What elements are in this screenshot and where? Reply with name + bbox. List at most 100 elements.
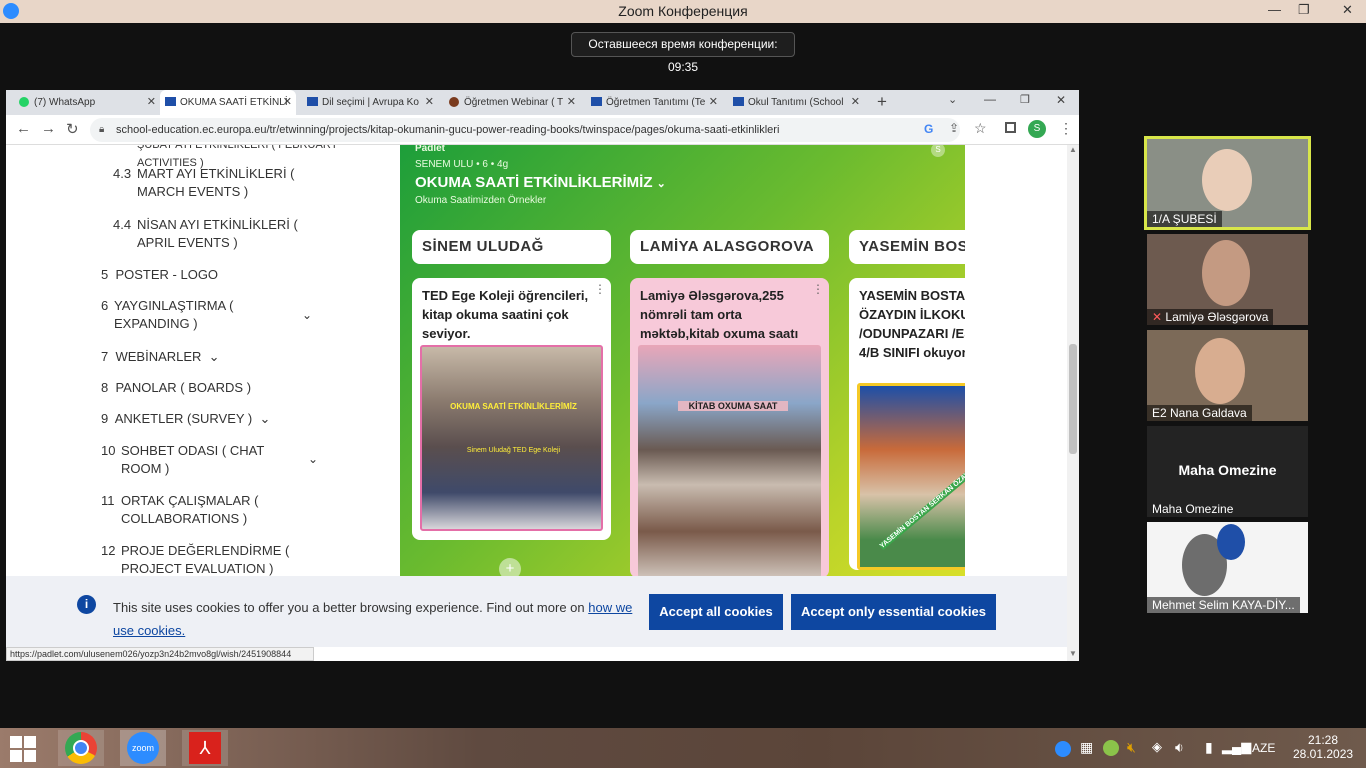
tab-search-icon[interactable]: ⌄ (948, 93, 957, 106)
close-tab-icon[interactable]: ✕ (709, 90, 718, 115)
page-scrollbar[interactable]: ▲ ▼ (1067, 145, 1079, 661)
menu-item-boards[interactable]: 8 PANOLAR ( BOARDS ) (101, 379, 251, 397)
post-photo[interactable]: KİTAB OXUMA SAAT (638, 345, 821, 576)
tab-dil-secimi[interactable]: Dil seçimi | Avrupa Ko ✕ (302, 90, 438, 115)
menu-item-march-label[interactable]: MART AYI ETKİNLİKLERİ (MARCH EVENTS ) (137, 165, 295, 201)
column-header: YASEMİN BOSTAN (849, 230, 965, 264)
menu-item-chat[interactable]: 10 (101, 442, 115, 460)
reload-icon[interactable]: ↻ (66, 120, 79, 138)
tab-ogretmen-tanitimi[interactable]: Öğretmen Tanıtımı (Te ✕ (586, 90, 722, 115)
tab-label: Dil seçimi | Avrupa Ko (322, 97, 419, 108)
menu-item-march[interactable]: 4.3 (113, 165, 131, 183)
participant-video[interactable]: Mehmet Selim KAYA-DİY... (1147, 522, 1308, 613)
chevron-down-icon[interactable]: ⌄ (657, 178, 666, 190)
menu-item-expanding-label[interactable]: YAYGINLAŞTIRMA (EXPANDING ) (114, 297, 233, 333)
close-tab-icon[interactable]: ✕ (147, 90, 156, 115)
sidepanel-icon[interactable] (1005, 122, 1016, 133)
minimize-icon[interactable]: — (1268, 2, 1281, 17)
network-icon[interactable]: ▂▄▆ (1222, 739, 1251, 755)
accept-essential-cookies-button[interactable]: Accept only essential cookies (791, 594, 996, 630)
menu-item-april[interactable]: 4.4 (113, 216, 131, 234)
restore-icon[interactable]: ❐ (1298, 2, 1310, 18)
close-icon[interactable]: ✕ (1329, 2, 1366, 21)
close-tab-icon[interactable]: ✕ (283, 90, 292, 115)
chrome-taskbar-icon[interactable] (58, 730, 104, 766)
post-menu-icon[interactable]: ⋮ (812, 282, 824, 296)
browser-minimize-icon[interactable]: — (984, 92, 996, 106)
participant-face (1202, 240, 1250, 306)
forward-icon[interactable]: → (41, 120, 56, 137)
tray-app-icon[interactable]: 🔇︎ (1127, 739, 1136, 756)
chevron-down-icon[interactable]: ⌄ (260, 411, 271, 426)
padlet-user-avatar[interactable]: S (931, 145, 945, 157)
info-icon: i (77, 595, 96, 614)
accept-all-cookies-button[interactable]: Accept all cookies (649, 594, 783, 630)
padlet-title-text: OKUMA SAATİ ETKİNLİKLERİMİZ (415, 174, 653, 191)
menu-label: PANOLAR ( BOARDS ) (115, 380, 252, 395)
participant-video[interactable]: Maha Omezine Maha Omezine (1147, 426, 1308, 517)
zoom-taskbar-icon[interactable]: zoom (120, 730, 166, 766)
participant-video[interactable]: 1/A ŞUBESİ (1144, 136, 1311, 230)
chevron-down-icon[interactable]: ⌄ (209, 349, 220, 364)
cookie-text: This site uses cookies to offer you a be… (113, 600, 589, 615)
close-tab-icon[interactable]: ✕ (425, 90, 434, 115)
windows-start-icon[interactable] (10, 736, 36, 762)
tray-app-icon[interactable]: ▦ (1080, 739, 1093, 756)
post-photo[interactable]: OKUMA SAATİ ETKİNLİKLERİMİZ Sinem Uludağ… (420, 345, 603, 531)
participant-video[interactable]: E2 Nana Galdava (1147, 330, 1308, 421)
share-icon[interactable]: ⇪ (949, 121, 959, 135)
tab-okul-tanitimi[interactable]: Okul Tanıtımı (School ✕ (728, 90, 864, 115)
tab-ogretmen-webinar[interactable]: Öğretmen Webinar ( T ✕ (444, 90, 580, 115)
tray-app-icon[interactable]: ◈ (1152, 739, 1162, 755)
close-tab-icon[interactable]: ✕ (567, 90, 576, 115)
clock[interactable]: 21:28 28.01.2023 (1293, 733, 1353, 761)
chevron-down-icon[interactable]: ⌄ (302, 308, 312, 322)
close-tab-icon[interactable]: ✕ (851, 90, 860, 115)
menu-item-collab[interactable]: 11 (101, 492, 115, 510)
tab-whatsapp[interactable]: (7) WhatsApp ✕ (14, 90, 160, 115)
language-indicator[interactable]: AZE (1252, 741, 1275, 755)
menu-item-chat-label[interactable]: SOHBET ODASI ( CHAT ROOM ) (121, 442, 264, 478)
padlet-board[interactable]: Padlet SENEM ULU • 6 • 4g OKUMA SAATİ ET… (400, 145, 965, 576)
menu-item-evaluation[interactable]: 12 (101, 542, 115, 560)
menu-label: PROJECT EVALUATION ) (121, 561, 274, 576)
muted-mic-icon: ✕ (1152, 310, 1163, 324)
menu-item-survey[interactable]: 9 ANKETLER (SURVEY ) ⌄ (101, 410, 270, 428)
pdf-reader-taskbar-icon[interactable]: ⅄ (182, 730, 228, 766)
scroll-up-icon[interactable]: ▲ (1069, 145, 1077, 154)
url-field[interactable]: 🔒︎ school-education.ec.europa.eu/tr/etwi… (90, 118, 960, 142)
browser-close-icon[interactable]: ✕ (1056, 93, 1066, 107)
scrollbar-thumb[interactable] (1069, 344, 1077, 454)
add-post-icon[interactable]: + (499, 558, 521, 576)
menu-item-poster[interactable]: 5 POSTER - LOGO (101, 266, 218, 284)
browser-menu-icon[interactable]: ⋮ (1059, 120, 1073, 137)
scroll-down-icon[interactable]: ▼ (1069, 649, 1077, 658)
padlet-post[interactable]: Lamiyə Ələsgərova,255 nömrəli tam orta m… (630, 278, 829, 576)
new-tab-icon[interactable]: + (877, 92, 887, 112)
volume-icon[interactable]: 🔉︎ (1175, 739, 1184, 756)
menu-item-april-label[interactable]: NİSAN AYI ETKİNLİKLERİ (APRIL EVENTS ) (137, 216, 298, 252)
menu-item-evaluation-label[interactable]: PROJE DEĞERLENDİRME (PROJECT EVALUATION … (121, 542, 289, 576)
chevron-down-icon[interactable]: ⌄ (308, 452, 318, 466)
tray-app-icon[interactable] (1103, 740, 1119, 756)
padlet-post[interactable]: TED Ege Koleji öğrencileri, kitap okuma … (412, 278, 611, 540)
menu-item-expanding[interactable]: 6 (101, 297, 108, 315)
google-icon[interactable]: G (924, 122, 933, 136)
menu-label: ROOM ) (121, 461, 170, 476)
tab-okuma-saati[interactable]: OKUMA SAATİ ETKİNLİ ✕ (160, 90, 296, 115)
battery-icon[interactable]: ▮ (1205, 739, 1213, 756)
menu-number: 6 (101, 298, 109, 313)
zoom-tray-icon[interactable] (1055, 741, 1071, 757)
post-photo[interactable]: YASEMİN BOSTAN SERKAN ÖZAYDIN İLKOKULU (857, 383, 965, 570)
menu-item-webinars[interactable]: 7 WEBİNARLER ⌄ (101, 348, 220, 366)
browser-restore-icon[interactable]: ❐ (1020, 93, 1030, 106)
back-icon[interactable]: ← (16, 120, 31, 137)
profile-avatar[interactable]: S (1028, 120, 1046, 138)
post-menu-icon[interactable]: ⋮ (594, 282, 606, 296)
padlet-post[interactable]: YASEMİN BOSTAN SERKAN ÖZAYDIN İLKOKULU /… (849, 278, 965, 570)
participant-video[interactable]: ✕ Lamiyə Ələsgərova (1147, 234, 1308, 325)
menu-item-collab-label[interactable]: ORTAK ÇALIŞMALAR (COLLABORATIONS ) (121, 492, 259, 528)
bookmark-star-icon[interactable]: ☆ (974, 120, 987, 137)
eu-flag-icon (591, 97, 602, 106)
eu-flag-icon (165, 97, 176, 106)
